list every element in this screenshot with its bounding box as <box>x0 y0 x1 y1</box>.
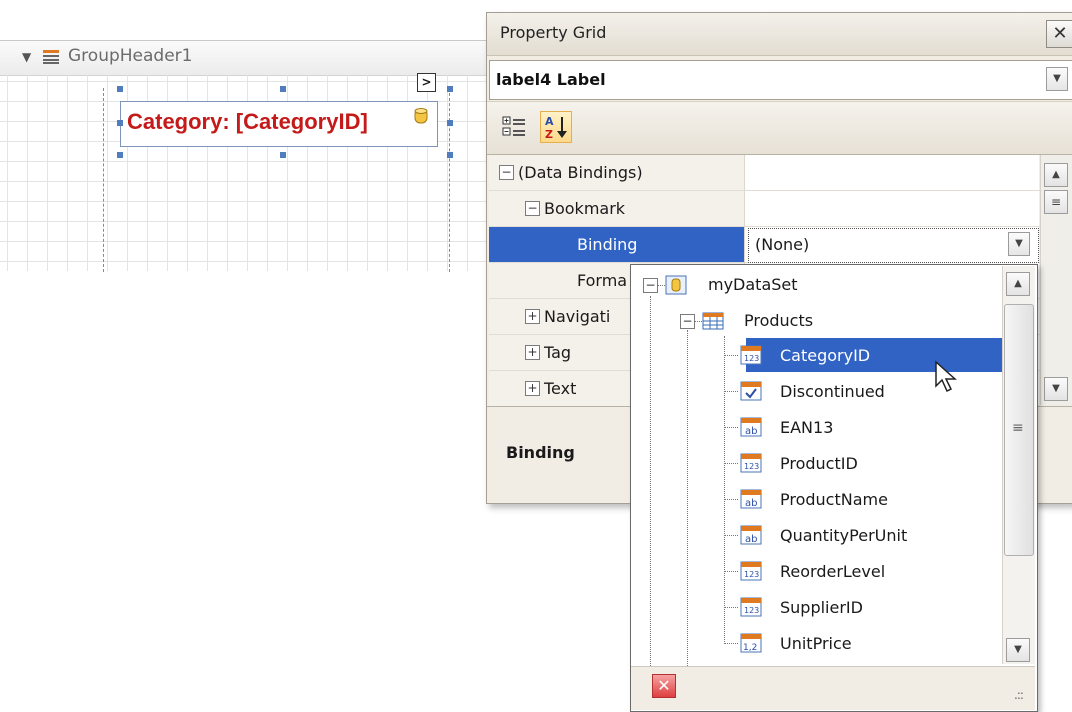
svg-text:Z: Z <box>545 128 553 141</box>
string-field-icon: ab <box>740 525 762 545</box>
svg-text:123: 123 <box>744 606 759 615</box>
scroll-thumb-grip-icon[interactable]: ≡ <box>1044 190 1068 214</box>
property-value: (None) <box>755 235 810 254</box>
mouse-cursor-icon <box>935 360 957 393</box>
property-label: Navigati <box>544 307 611 326</box>
expand-icon[interactable]: + <box>525 381 540 396</box>
selection-handle[interactable] <box>117 86 123 92</box>
guide-line <box>449 88 450 272</box>
scroll-down-icon[interactable]: ▼ <box>1044 377 1068 401</box>
tree-node-dataset[interactable]: myDataSet <box>708 275 798 294</box>
numeric-field-icon: 123 <box>740 453 762 473</box>
tree-guide <box>724 607 738 608</box>
property-grid-toolbar <box>487 101 1072 155</box>
clear-binding-button[interactable]: ✕ <box>652 674 676 698</box>
numeric-field-icon: 123 <box>740 561 762 581</box>
resize-grip-icon[interactable]: .:: <box>1014 688 1024 702</box>
tree-field[interactable]: ProductID <box>780 454 858 473</box>
selection-handle[interactable] <box>280 86 286 92</box>
guide-line <box>103 88 104 272</box>
dropdown-footer <box>631 666 1035 710</box>
selection-handle[interactable] <box>447 86 453 92</box>
tree-field[interactable]: SupplierID <box>780 598 863 617</box>
tree-field[interactable]: ReorderLevel <box>780 562 885 581</box>
tree-guide <box>724 355 738 356</box>
scroll-up-icon[interactable]: ▲ <box>1044 163 1068 187</box>
selection-handle[interactable] <box>280 152 286 158</box>
property-label: Forma <box>577 271 628 290</box>
tree-guide <box>724 643 738 644</box>
svg-text:123: 123 <box>744 570 759 579</box>
tree-field[interactable]: CategoryID <box>780 346 870 365</box>
tree-guide <box>724 535 738 536</box>
categorized-view-icon[interactable] <box>499 112 529 142</box>
collapse-icon[interactable]: − <box>499 165 514 180</box>
tree-guide <box>724 463 738 464</box>
selection-handle[interactable] <box>117 152 123 158</box>
group-header-icon <box>43 50 59 64</box>
chevron-down-icon[interactable]: ▼ <box>1046 67 1068 91</box>
tree-guide <box>724 499 738 500</box>
expand-icon[interactable]: + <box>525 345 540 360</box>
collapse-icon[interactable]: − <box>525 201 540 216</box>
description-title: Binding <box>506 443 575 462</box>
close-button[interactable]: ✕ <box>1046 20 1072 48</box>
report-label-text: Category: [CategoryID] <box>127 109 368 134</box>
collapse-icon[interactable]: − <box>680 314 695 329</box>
numeric-field-icon: 123 <box>740 597 762 617</box>
property-label: Tag <box>544 343 572 362</box>
tree-guide <box>694 321 702 322</box>
property-label: (Data Bindings) <box>518 163 643 182</box>
chevron-down-icon[interactable]: ▼ <box>1008 232 1030 256</box>
smart-tag-button[interactable]: > <box>417 73 436 92</box>
tree-field[interactable]: Discontinued <box>780 382 885 401</box>
svg-text:ab: ab <box>745 426 757 437</box>
tree-field[interactable]: QuantityPerUnit <box>780 526 907 545</box>
dataset-icon <box>665 275 687 295</box>
svg-text:A: A <box>545 115 554 128</box>
property-label: Bookmark <box>544 199 626 218</box>
svg-text:ab: ab <box>745 498 757 509</box>
table-icon <box>702 312 724 330</box>
tree-guide <box>650 296 651 666</box>
collapse-icon[interactable]: − <box>643 278 658 293</box>
scroll-thumb-grip-icon: ≡ <box>1012 420 1024 436</box>
tree-field[interactable]: UnitPrice <box>780 634 852 653</box>
selection-handle[interactable] <box>447 120 453 126</box>
band-collapse-icon[interactable]: ▼ <box>22 50 31 64</box>
tree-guide <box>724 571 738 572</box>
expand-icon[interactable]: + <box>525 309 540 324</box>
tree-guide <box>657 285 665 286</box>
svg-text:123: 123 <box>744 354 759 363</box>
tree-guide <box>724 336 725 644</box>
band-title: GroupHeader1 <box>68 46 193 66</box>
property-label: Text <box>544 379 577 398</box>
tree-guide <box>687 330 688 666</box>
tree-guide <box>724 427 738 428</box>
svg-text:1,2: 1,2 <box>743 643 757 653</box>
string-field-icon: ab <box>740 417 762 437</box>
alphabetical-sort-icon[interactable]: A Z <box>540 111 572 143</box>
property-label: Binding <box>577 235 638 254</box>
boolean-field-icon <box>740 381 762 401</box>
selection-handle[interactable] <box>117 120 123 126</box>
selected-object-name: label4 Label <box>496 70 606 89</box>
tree-guide <box>724 391 738 392</box>
database-binding-icon <box>414 108 428 124</box>
decimal-field-icon: 1,2 <box>740 633 762 653</box>
svg-text:123: 123 <box>744 462 759 471</box>
selection-handle[interactable] <box>447 152 453 158</box>
tree-node-table[interactable]: Products <box>744 311 813 330</box>
tree-field[interactable]: EAN13 <box>780 418 833 437</box>
tree-field[interactable]: ProductName <box>780 490 888 509</box>
scroll-down-icon[interactable]: ▼ <box>1006 638 1030 662</box>
string-field-icon: ab <box>740 489 762 509</box>
svg-text:ab: ab <box>745 534 757 545</box>
scroll-up-icon[interactable]: ▲ <box>1006 272 1030 296</box>
numeric-field-icon: 123 <box>740 345 762 365</box>
property-grid-title: Property Grid <box>500 23 607 42</box>
